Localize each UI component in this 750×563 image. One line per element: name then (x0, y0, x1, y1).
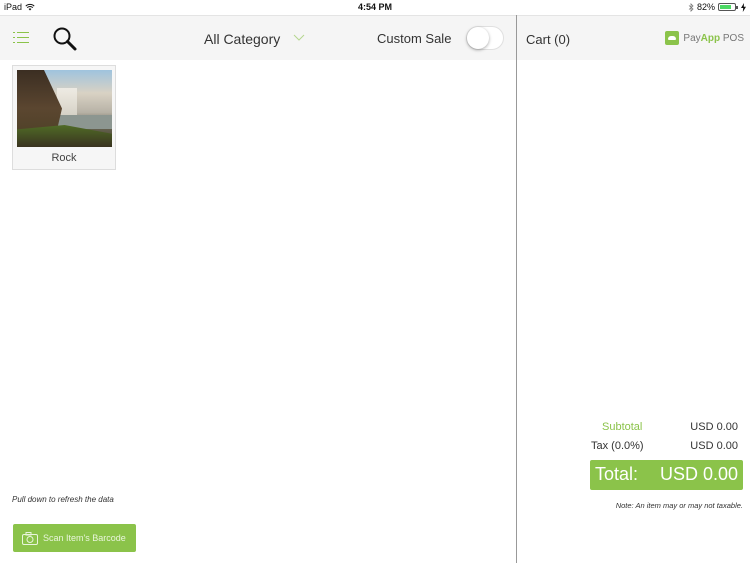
product-tile[interactable]: Rock (12, 65, 116, 170)
battery-percent: 82% (696, 2, 715, 12)
custom-sale-label: Custom Sale (377, 31, 452, 46)
chevron-down-icon[interactable] (293, 32, 305, 42)
tax-value: USD 0.00 (690, 440, 738, 452)
charging-icon (741, 2, 746, 12)
tax-note: Note: An item may or may not taxable. (615, 501, 743, 510)
battery-icon (718, 3, 738, 11)
brand-app: App (700, 32, 721, 44)
subtotal-value: USD 0.00 (690, 421, 738, 433)
menu-icon[interactable] (13, 32, 29, 43)
payapp-logo: PayApp POS (665, 31, 744, 45)
product-name: Rock (51, 152, 77, 164)
cloud-icon (665, 31, 680, 45)
brand-pay: Pay (683, 32, 701, 44)
pull-to-refresh-hint: Pull down to refresh the data (12, 495, 114, 504)
bluetooth-icon (688, 2, 694, 12)
total-button[interactable]: Total: USD 0.00 (590, 460, 743, 490)
total-value: USD 0.00 (659, 464, 738, 484)
total-label: Total: (595, 464, 639, 484)
category-dropdown[interactable]: All Category (204, 31, 280, 47)
scan-barcode-button[interactable]: Scan Item's Barcode (13, 524, 136, 552)
toggle-knob (467, 27, 489, 49)
custom-sale-toggle[interactable] (466, 26, 504, 50)
search-icon[interactable] (52, 26, 78, 52)
status-bar: iPad 4:54 PM 82% (0, 0, 750, 15)
panel-divider (516, 15, 517, 563)
scan-barcode-label: Scan Item's Barcode (43, 533, 126, 543)
subtotal-label: Subtotal (602, 421, 643, 433)
clock: 4:54 PM (357, 2, 392, 12)
waterfall-photo (17, 70, 112, 147)
tax-label: Tax (0.0%) (591, 440, 644, 452)
cart-title: Cart (0) (526, 32, 571, 47)
brand-pos: POS (720, 32, 744, 44)
cart-header: Cart (0) PayApp POS (517, 15, 750, 60)
products-toolbar: All Category Custom Sale (0, 15, 516, 60)
camera-icon (22, 531, 38, 545)
